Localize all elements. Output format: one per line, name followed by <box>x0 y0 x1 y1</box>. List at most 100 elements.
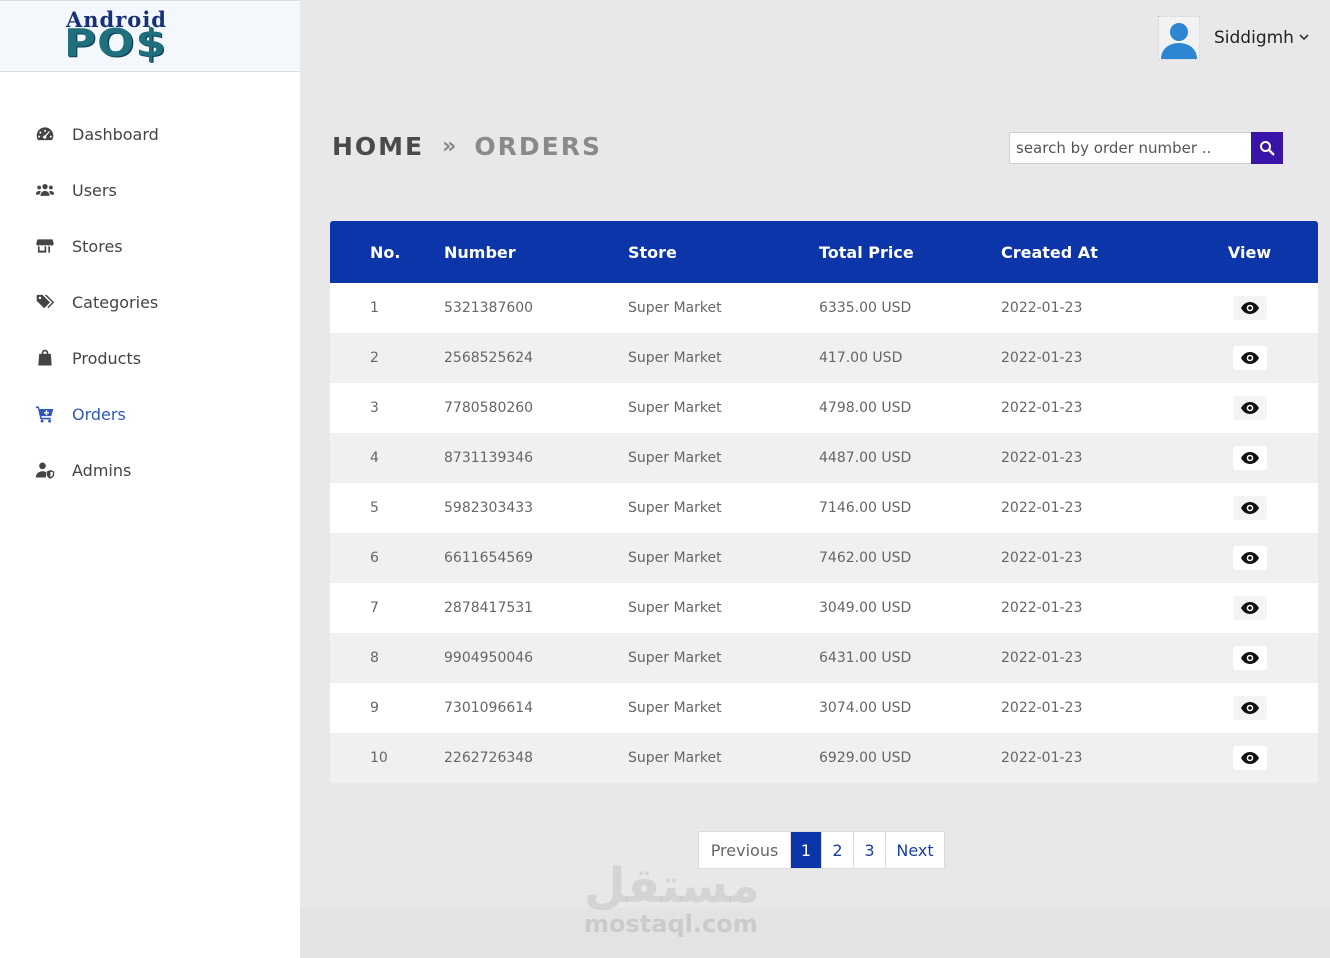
sidebar: Android PO$ Dashboard Users Stores Categ… <box>0 0 300 958</box>
breadcrumb: HOME » ORDERS <box>332 132 602 161</box>
cell-created-at: 2022-01-23 <box>1001 600 1083 616</box>
dashboard-icon <box>34 123 56 145</box>
view-order-button[interactable] <box>1232 346 1267 370</box>
cell-created-at: 2022-01-23 <box>1001 300 1083 316</box>
pagination-previous-button[interactable]: Previous <box>699 832 791 868</box>
cell-view <box>1201 633 1318 683</box>
cell-view <box>1201 333 1318 383</box>
sidebar-item-users[interactable]: Users <box>0 162 300 218</box>
sidebar-item-orders[interactable]: Orders <box>0 386 300 442</box>
view-order-button[interactable] <box>1232 496 1267 520</box>
eye-icon <box>1240 352 1259 364</box>
cell-view <box>1201 283 1318 333</box>
eye-icon <box>1240 552 1259 564</box>
table-row: 3 7780580260 Super Market 4798.00 USD 20… <box>330 383 1318 433</box>
cell-number: 6611654569 <box>444 550 534 566</box>
cell-store: Super Market <box>628 550 722 566</box>
sidebar-item-label: Categories <box>72 292 159 312</box>
shopping-bag-icon <box>34 347 56 369</box>
brand-logo-line2: PO$ <box>64 21 168 65</box>
store-icon <box>34 235 56 257</box>
column-header-store: Store <box>628 242 677 262</box>
cell-total-price: 3049.00 USD <box>819 600 912 616</box>
eye-icon <box>1240 502 1259 514</box>
pagination-page-1[interactable]: 1 <box>791 832 822 868</box>
pagination-next-button[interactable]: Next <box>886 832 944 868</box>
cell-view <box>1201 533 1318 583</box>
cell-number: 2878417531 <box>444 600 534 616</box>
cell-total-price: 6335.00 USD <box>819 300 912 316</box>
eye-icon <box>1240 402 1259 414</box>
cell-created-at: 2022-01-23 <box>1001 650 1083 666</box>
view-order-button[interactable] <box>1232 446 1267 470</box>
eye-icon <box>1240 752 1259 764</box>
cell-no: 3 <box>370 400 379 416</box>
column-header-created-at: Created At <box>1001 242 1098 262</box>
cell-view <box>1201 433 1318 483</box>
sidebar-item-products[interactable]: Products <box>0 330 300 386</box>
view-order-button[interactable] <box>1232 596 1267 620</box>
column-header-number: Number <box>444 242 516 262</box>
view-order-button[interactable] <box>1232 646 1267 670</box>
cell-total-price: 417.00 USD <box>819 350 903 366</box>
cell-view <box>1201 683 1318 733</box>
view-order-button[interactable] <box>1232 696 1267 720</box>
cell-created-at: 2022-01-23 <box>1001 750 1083 766</box>
cell-no: 5 <box>370 500 379 516</box>
search-icon <box>1260 141 1275 156</box>
cell-view <box>1201 733 1318 783</box>
cell-no: 10 <box>370 750 388 766</box>
cell-no: 1 <box>370 300 379 316</box>
cell-store: Super Market <box>628 500 722 516</box>
footer-band <box>300 908 1330 958</box>
watermark-latin: mostaql.com <box>584 910 758 938</box>
table-row: 10 2262726348 Super Market 6929.00 USD 2… <box>330 733 1318 783</box>
pagination-page-3[interactable]: 3 <box>854 832 886 868</box>
table-row: 9 7301096614 Super Market 3074.00 USD 20… <box>330 683 1318 733</box>
tags-icon <box>34 291 56 313</box>
cell-view <box>1201 583 1318 633</box>
view-order-button[interactable] <box>1232 546 1267 570</box>
sidebar-item-label: Users <box>72 180 117 200</box>
cell-no: 2 <box>370 350 379 366</box>
cell-total-price: 7462.00 USD <box>819 550 912 566</box>
chevron-down-icon <box>1299 33 1309 44</box>
user-avatar-icon <box>1161 23 1197 59</box>
cell-store: Super Market <box>628 650 722 666</box>
sidebar-item-label: Dashboard <box>72 124 159 144</box>
cell-store: Super Market <box>628 700 722 716</box>
username: Siddigmh <box>1214 28 1294 48</box>
cell-total-price: 7146.00 USD <box>819 500 912 516</box>
users-icon <box>34 179 56 201</box>
sidebar-item-admins[interactable]: Admins <box>0 442 300 498</box>
cell-view <box>1201 483 1318 533</box>
breadcrumb-home[interactable]: HOME <box>332 132 424 161</box>
eye-icon <box>1240 452 1259 464</box>
eye-icon <box>1240 302 1259 314</box>
sidebar-item-label: Admins <box>72 460 132 480</box>
view-order-button[interactable] <box>1232 746 1267 770</box>
search-button[interactable] <box>1251 132 1283 164</box>
cell-number: 7780580260 <box>444 400 534 416</box>
sidebar-item-label: Products <box>72 348 142 368</box>
sidebar-item-categories[interactable]: Categories <box>0 274 300 330</box>
search-input[interactable] <box>1009 132 1251 164</box>
sidebar-item-dashboard[interactable]: Dashboard <box>0 106 300 162</box>
cell-total-price: 4798.00 USD <box>819 400 912 416</box>
cell-no: 7 <box>370 600 379 616</box>
cell-total-price: 6929.00 USD <box>819 750 912 766</box>
cell-number: 9904950046 <box>444 650 534 666</box>
brand-logo[interactable]: Android PO$ <box>0 0 300 72</box>
cell-total-price: 4487.00 USD <box>819 450 912 466</box>
user-menu[interactable]: Siddigmh <box>1158 16 1309 60</box>
cell-number: 5321387600 <box>444 300 534 316</box>
view-order-button[interactable] <box>1232 396 1267 420</box>
table-row: 7 2878417531 Super Market 3049.00 USD 20… <box>330 583 1318 633</box>
cell-store: Super Market <box>628 400 722 416</box>
cart-icon <box>34 403 56 425</box>
sidebar-item-stores[interactable]: Stores <box>0 218 300 274</box>
view-order-button[interactable] <box>1232 296 1267 320</box>
cell-store: Super Market <box>628 450 722 466</box>
cell-store: Super Market <box>628 350 722 366</box>
pagination-page-2[interactable]: 2 <box>822 832 854 868</box>
